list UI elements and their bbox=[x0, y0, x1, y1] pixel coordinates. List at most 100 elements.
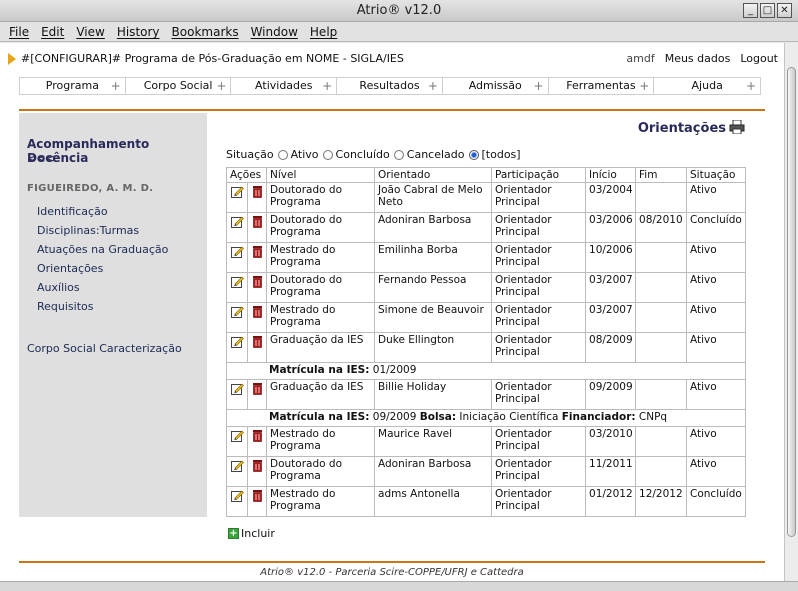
trash-icon[interactable] bbox=[251, 245, 264, 258]
trash-icon[interactable] bbox=[251, 185, 264, 198]
section-title: Orientações bbox=[637, 121, 726, 136]
cell-participacao: Orientador Principal bbox=[491, 242, 587, 273]
detail-value: CNPq bbox=[635, 411, 668, 423]
menu-bookmarks[interactable]: Bookmarks bbox=[166, 22, 245, 41]
divider bbox=[19, 561, 765, 563]
radio-todos[interactable] bbox=[468, 149, 479, 160]
sidebar-item-identificacao[interactable]: Identificação bbox=[37, 205, 168, 224]
trash-icon[interactable] bbox=[251, 305, 264, 318]
cell-inicio: 03/2010 bbox=[585, 426, 637, 457]
sidebar-item-orientacoes[interactable]: Orientações bbox=[37, 262, 168, 281]
nav-admissao[interactable]: Admissão + bbox=[443, 78, 549, 94]
edit-icon[interactable] bbox=[231, 382, 244, 395]
cell-nivel: Mestrado do Programa bbox=[266, 302, 376, 333]
cell-orientado: Billie Holiday bbox=[374, 379, 493, 410]
maximize-button[interactable]: □ bbox=[760, 3, 775, 18]
detail-key: Matrícula na IES: bbox=[269, 364, 370, 376]
detail-value: 09/2009 bbox=[369, 411, 420, 423]
table-row: Doutorado do Programa Fernando Pessoa Orie… bbox=[226, 272, 747, 303]
radio-label: Ativo bbox=[290, 148, 319, 161]
cell-participacao: Orientador Principal bbox=[491, 332, 587, 363]
cell-inicio: 08/2009 bbox=[585, 332, 637, 363]
minimize-button[interactable]: _ bbox=[743, 3, 758, 18]
sidebar-item-requisitos[interactable]: Requisitos bbox=[37, 300, 168, 319]
menu-history[interactable]: History bbox=[111, 22, 166, 41]
radio-cancelado[interactable] bbox=[393, 149, 404, 160]
cell-orientado: Duke Ellington bbox=[374, 332, 493, 363]
plus-icon: + bbox=[427, 79, 438, 93]
delete-cell bbox=[246, 212, 268, 243]
menu-edit[interactable]: Edit bbox=[35, 22, 70, 41]
username: amdf bbox=[626, 52, 655, 65]
trash-icon[interactable] bbox=[251, 382, 264, 395]
cell-fim bbox=[635, 426, 688, 457]
close-button[interactable]: ✕ bbox=[777, 3, 792, 18]
menu-window[interactable]: Window bbox=[245, 22, 304, 41]
sidebar-item-disciplinas[interactable]: Disciplinas:Turmas bbox=[37, 224, 168, 243]
scrollbar-thumb[interactable] bbox=[787, 67, 796, 537]
plus-icon: + bbox=[533, 79, 544, 93]
menu-view[interactable]: View bbox=[70, 22, 110, 41]
cell-orientado: Adoniran Barbosa bbox=[374, 456, 493, 487]
trash-icon[interactable] bbox=[251, 429, 264, 442]
include-button[interactable]: + Incluir bbox=[228, 527, 275, 540]
edit-icon[interactable] bbox=[231, 245, 244, 258]
cell-fim bbox=[635, 272, 688, 303]
edit-icon[interactable] bbox=[231, 275, 244, 288]
nav-ferramentas[interactable]: Ferramentas + bbox=[549, 78, 655, 94]
radio-label: Cancelado bbox=[406, 148, 465, 161]
cell-nivel: Doutorado do Programa bbox=[266, 212, 376, 243]
table-row: Doutorado do Programa Adoniran Barbosa Ori… bbox=[226, 212, 747, 243]
cell-participacao: Orientador Principal bbox=[491, 182, 587, 213]
table-row: Mestrado do Programa adms Antonella Orient… bbox=[226, 486, 747, 517]
edit-icon[interactable] bbox=[231, 335, 244, 348]
back-link[interactable]: <<< bbox=[27, 152, 55, 165]
edit-icon[interactable] bbox=[231, 429, 244, 442]
trash-icon[interactable] bbox=[251, 335, 264, 348]
logout-link[interactable]: Logout bbox=[740, 52, 778, 65]
edit-icon[interactable] bbox=[231, 459, 244, 472]
trash-icon[interactable] bbox=[251, 459, 264, 472]
cell-orientado: Maurice Ravel bbox=[374, 426, 493, 457]
edit-icon[interactable] bbox=[231, 305, 244, 318]
window-titlebar: Atrio® v12.0 _ □ ✕ bbox=[0, 0, 798, 22]
cell-nivel: Graduação da IES bbox=[266, 332, 376, 363]
radio-label: [todos] bbox=[481, 148, 521, 161]
window-title: Atrio® v12.0 bbox=[356, 3, 442, 18]
cell-orientado: adms Antonella bbox=[374, 486, 493, 517]
nav-atividades[interactable]: Atividades + bbox=[231, 78, 338, 94]
nav-corpo-social[interactable]: Corpo Social + bbox=[126, 78, 232, 94]
cell-situacao: Concluído bbox=[686, 212, 747, 243]
edit-icon[interactable] bbox=[231, 185, 244, 198]
trash-icon[interactable] bbox=[251, 275, 264, 288]
nav-programa[interactable]: Programa + bbox=[20, 78, 126, 94]
sidebar-item-auxilios[interactable]: Auxílios bbox=[37, 281, 168, 300]
trash-icon[interactable] bbox=[251, 489, 264, 502]
sidebar-item-atuacoes[interactable]: Atuações na Graduação bbox=[37, 243, 168, 262]
trash-icon[interactable] bbox=[251, 215, 264, 228]
sidebar-item-caracterizacao[interactable]: Corpo Social Caracterização bbox=[27, 342, 182, 355]
cell-fim bbox=[635, 379, 688, 410]
plus-icon: + bbox=[639, 79, 650, 93]
plus-icon: + bbox=[228, 528, 239, 539]
person-name: FIGUEIREDO, A. M. D. bbox=[27, 183, 154, 194]
my-data-link[interactable]: Meus dados bbox=[665, 52, 731, 65]
nav-label: Resultados bbox=[359, 79, 420, 92]
cell-situacao: Concluído bbox=[686, 486, 747, 517]
cell-inicio: 09/2009 bbox=[585, 379, 637, 410]
cell-orientado: Simone de Beauvoir bbox=[374, 302, 493, 333]
menu-help[interactable]: Help bbox=[304, 22, 343, 41]
col-fim: Fim bbox=[635, 167, 688, 183]
radio-concluido[interactable] bbox=[322, 149, 333, 160]
nav-resultados[interactable]: Resultados + bbox=[337, 78, 443, 94]
printer-icon[interactable] bbox=[729, 120, 745, 134]
edit-icon[interactable] bbox=[231, 489, 244, 502]
col-orientado: Orientado bbox=[374, 167, 493, 183]
edit-icon[interactable] bbox=[231, 215, 244, 228]
radio-ativo[interactable] bbox=[277, 149, 288, 160]
arrow-right-icon bbox=[8, 53, 16, 65]
table-row-detail: Matrícula na IES: 01/2009 bbox=[225, 362, 747, 380]
nav-ajuda[interactable]: Ajuda + bbox=[654, 78, 760, 94]
menu-file[interactable]: File bbox=[3, 22, 35, 41]
vertical-scrollbar[interactable] bbox=[784, 43, 798, 581]
